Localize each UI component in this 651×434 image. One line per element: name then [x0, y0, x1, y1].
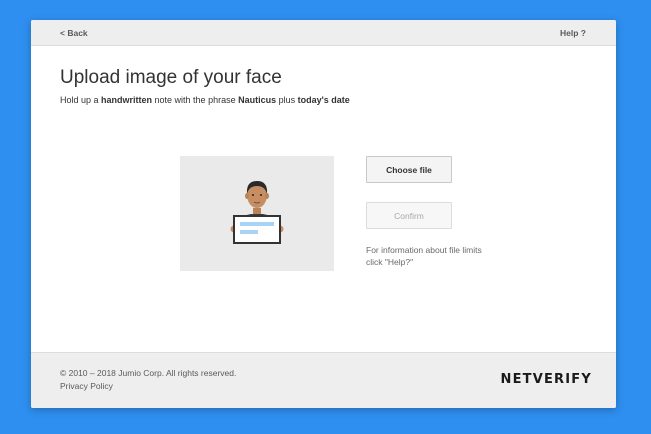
subtitle-text: note with the phrase	[152, 95, 239, 105]
subtitle-emphasis-date: today's date	[297, 95, 350, 105]
copyright-text: © 2010 – 2018 Jumio Corp. All rights res…	[60, 368, 237, 378]
subtitle-text: Hold up a	[60, 95, 102, 105]
privacy-policy-link[interactable]: Privacy Policy	[60, 381, 113, 391]
page-title: Upload image of your face	[60, 67, 282, 88]
netverify-logo: NETVERIFY	[500, 372, 592, 387]
verification-card: < Back Help ? Upload image of your face …	[31, 20, 616, 408]
choose-file-button[interactable]: Choose file	[366, 156, 452, 183]
top-bar: < Back Help ?	[31, 20, 616, 46]
page-subtitle: Hold up a handwritten note with the phra…	[60, 95, 350, 105]
confirm-button[interactable]: Confirm	[366, 202, 452, 229]
subtitle-emphasis-handwritten: handwritten	[101, 95, 153, 105]
subtitle-text: plus	[276, 95, 298, 105]
person-holding-note-icon	[230, 181, 284, 244]
file-limits-info: For information about file limits click …	[366, 245, 482, 267]
footer: © 2010 – 2018 Jumio Corp. All rights res…	[31, 352, 616, 408]
image-preview	[180, 156, 334, 271]
help-link[interactable]: Help ?	[560, 28, 586, 38]
back-link[interactable]: < Back	[60, 28, 88, 38]
subtitle-emphasis-phrase: Nauticus	[238, 95, 277, 105]
